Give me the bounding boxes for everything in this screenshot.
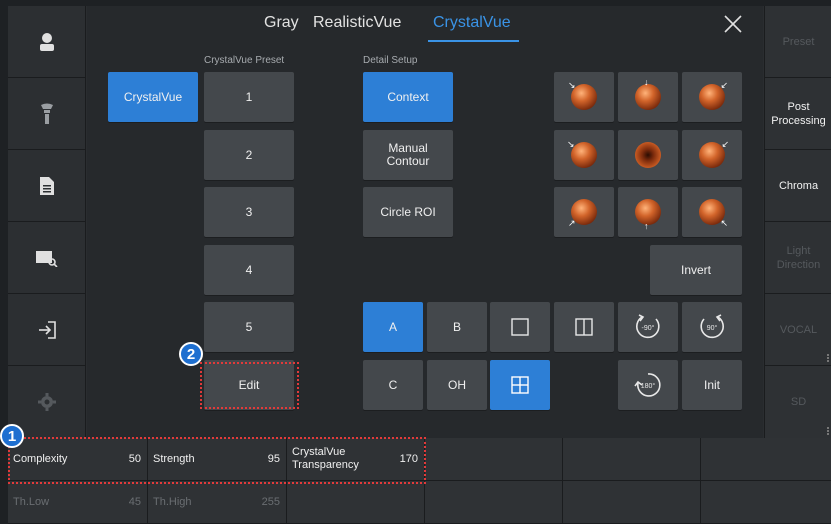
empty-param-slot <box>563 481 701 524</box>
light-ball-icon: ↗ <box>568 199 597 228</box>
light-right-button[interactable]: ↙ <box>682 130 742 180</box>
sd-label: SD <box>790 396 807 408</box>
light-top-button[interactable]: ↓ <box>618 72 678 122</box>
circle-roi-button[interactable]: Circle ROI <box>363 187 453 237</box>
view-oh-button[interactable]: OH <box>427 360 487 410</box>
probe-icon <box>41 103 53 124</box>
dual-layout-icon <box>575 318 593 336</box>
rotate-180-icon: 180° <box>634 373 661 397</box>
th-high-value: 255 <box>261 496 280 508</box>
light-top-left-button[interactable]: ↘ <box>554 72 614 122</box>
light-ball-icon <box>635 142 661 168</box>
light-direction-button[interactable]: Light Direction <box>765 222 831 294</box>
empty-param-slot <box>563 438 701 481</box>
vocal-label: VOCAL <box>779 323 818 336</box>
rotate-right-label: 90° <box>707 324 718 332</box>
light-ball-icon: ↙ <box>699 81 728 110</box>
vocal-button[interactable]: VOCAL <box>765 294 831 366</box>
th-high-label: Th.High <box>153 495 192 508</box>
preset-section-label: CrystalVue Preset <box>204 55 285 66</box>
dual-layout-button[interactable] <box>554 302 614 352</box>
th-low-param[interactable]: Th.Low 45 <box>8 481 148 524</box>
light-ball-icon: ↘ <box>568 81 597 110</box>
light-left-button[interactable]: ↘ <box>554 130 614 180</box>
th-high-param[interactable]: Th.High 255 <box>148 481 287 524</box>
invert-button[interactable]: Invert <box>650 245 742 295</box>
view-b-button[interactable]: B <box>427 302 487 352</box>
left-sidebar <box>8 6 86 438</box>
light-center-button[interactable] <box>618 130 678 180</box>
close-icon[interactable] <box>723 14 743 34</box>
mode-tabs: Gray RealisticVue CrystalVue <box>87 6 763 46</box>
context-button[interactable]: Context <box>363 72 453 122</box>
empty-param-slot <box>287 481 425 524</box>
tab-crystalvue[interactable]: CrystalVue <box>433 14 511 32</box>
preset-2-button[interactable]: 2 <box>204 130 294 180</box>
light-top-right-button[interactable]: ↙ <box>682 72 742 122</box>
empty-param-slot <box>425 438 563 481</box>
more-dots-icon <box>827 354 830 362</box>
th-low-label: Th.Low <box>13 495 50 508</box>
callout-badge-1: 1 <box>0 424 24 448</box>
preset-4-button[interactable]: 4 <box>204 245 294 295</box>
rotate-right-button[interactable]: 90° <box>682 302 742 352</box>
exit-icon <box>39 320 56 339</box>
edit-highlight-box <box>200 362 299 409</box>
single-layout-button[interactable] <box>490 302 550 352</box>
preset-5-button[interactable]: 5 <box>204 302 294 352</box>
view-c-button[interactable]: C <box>363 360 423 410</box>
settings-icon <box>38 393 56 411</box>
init-button[interactable]: Init <box>682 360 742 410</box>
params-highlight-box <box>8 437 426 484</box>
patient-icon <box>40 32 54 51</box>
empty-param-slot <box>701 438 831 481</box>
right-sidebar: Preset Post Processing Chroma Light Dire… <box>764 6 831 438</box>
chroma-button[interactable]: Chroma <box>765 150 831 222</box>
light-ball-icon: ↘ <box>567 140 597 168</box>
rotate-180-button[interactable]: 180° <box>618 360 678 410</box>
light-ball-icon: ↙ <box>699 140 729 168</box>
quad-layout-icon <box>511 376 529 394</box>
detail-section-label: Detail Setup <box>363 55 418 66</box>
crystalvue-mode-button[interactable]: CrystalVue <box>108 72 198 122</box>
rotate-left-button[interactable]: -90° <box>618 302 678 352</box>
view-a-button[interactable]: A <box>363 302 423 352</box>
preset-3-button[interactable]: 3 <box>204 187 294 237</box>
light-bottom-left-button[interactable]: ↗ <box>554 187 614 237</box>
probe-button[interactable] <box>8 78 86 150</box>
review-button[interactable] <box>8 222 86 294</box>
more-dots-icon <box>827 427 830 435</box>
sd-button[interactable]: SD <box>765 366 831 438</box>
callout-badge-2: 2 <box>179 342 203 366</box>
light-bottom-right-button[interactable]: ↖ <box>682 187 742 237</box>
th-low-value: 45 <box>128 496 141 508</box>
empty-param-slot <box>425 481 563 524</box>
manual-contour-button[interactable]: Manual Contour <box>363 130 453 180</box>
active-tab-underline <box>428 40 519 42</box>
exit-button[interactable] <box>8 294 86 366</box>
single-layout-icon <box>511 318 529 336</box>
quad-layout-button[interactable] <box>490 360 550 410</box>
review-icon <box>36 250 58 267</box>
post-processing-button[interactable]: Post Processing <box>765 78 831 150</box>
light-bottom-button[interactable]: ↑ <box>618 187 678 237</box>
preset-1-button[interactable]: 1 <box>204 72 294 122</box>
rotate-left-icon: -90° <box>636 314 660 339</box>
rotate-180-label: 180° <box>641 382 656 390</box>
empty-param-slot <box>701 481 831 524</box>
tab-realisticvue[interactable]: RealisticVue <box>313 14 401 32</box>
light-ball-icon: ↑ <box>635 199 661 231</box>
rotate-right-icon: 90° <box>700 314 724 339</box>
tab-gray[interactable]: Gray <box>264 14 299 32</box>
light-ball-icon: ↓ <box>635 78 661 110</box>
crystalvue-panel: Gray RealisticVue CrystalVue CrystalVue … <box>87 6 763 438</box>
patient-button[interactable] <box>8 6 86 78</box>
report-icon <box>40 176 54 195</box>
light-ball-icon: ↖ <box>699 199 728 228</box>
preset-menu-button[interactable]: Preset <box>765 6 831 78</box>
report-button[interactable] <box>8 150 86 222</box>
rotate-left-label: -90° <box>642 324 655 332</box>
